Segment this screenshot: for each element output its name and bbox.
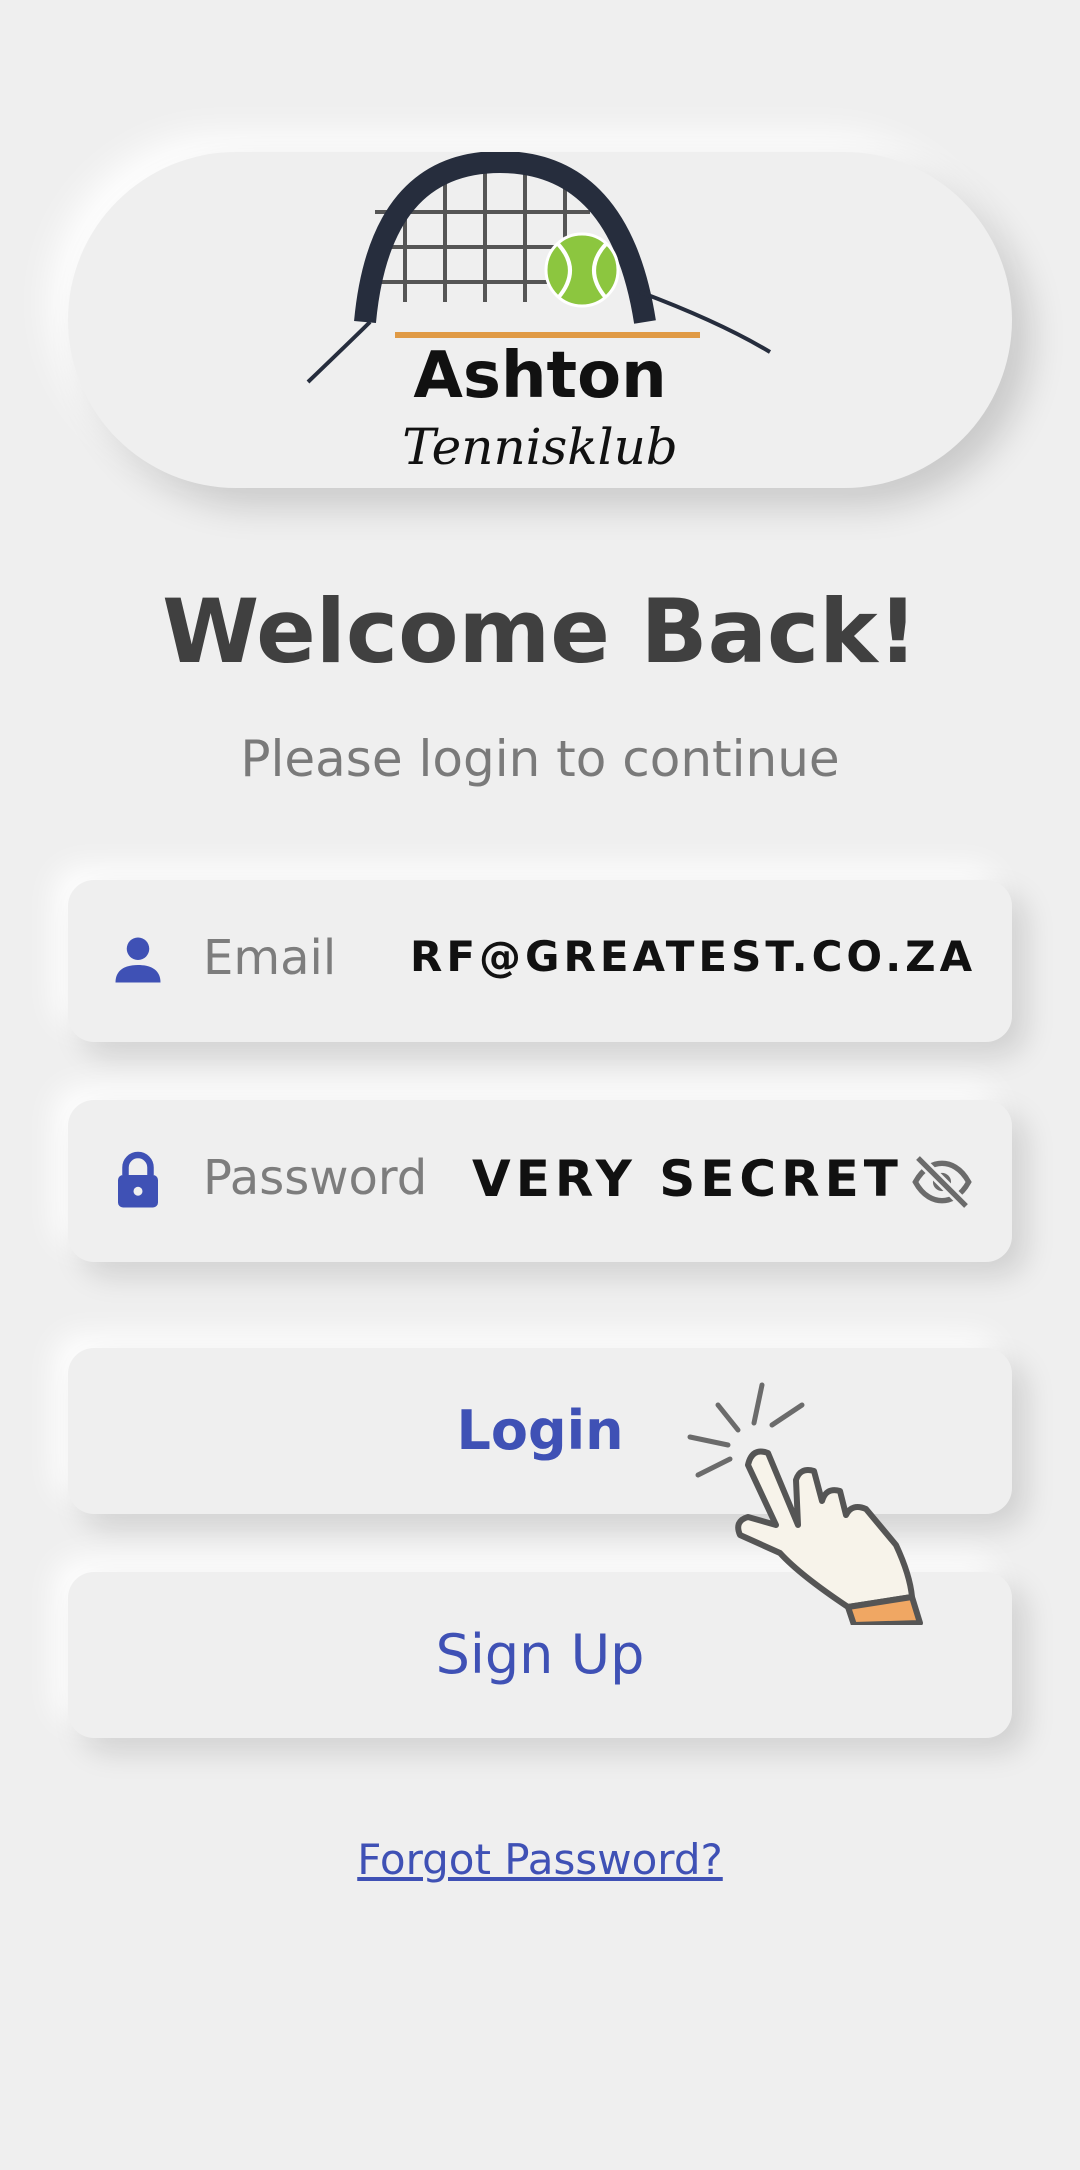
email-value[interactable]: RF@GREATEST.CO.ZA — [410, 932, 976, 981]
eye-off-icon[interactable] — [910, 1150, 974, 1214]
logo-brand-name: Ashton — [413, 339, 666, 413]
page-subtitle: Please login to continue — [240, 730, 840, 788]
forgot-password-link[interactable]: Forgot Password? — [0, 1835, 1080, 1884]
password-field[interactable]: Password VERY SECRET — [68, 1100, 1012, 1262]
lock-icon — [118, 1151, 158, 1208]
password-label: Password — [203, 1150, 428, 1206]
page-title: Welcome Back! — [162, 580, 918, 683]
logo-brand-sub: Tennisklub — [402, 418, 678, 476]
email-field[interactable]: Email RF@GREATEST.CO.ZA — [68, 880, 1012, 1042]
email-label: Email — [203, 930, 337, 986]
club-logo: Ashton Tennisklub — [306, 152, 772, 476]
password-value[interactable]: VERY SECRET — [472, 1150, 903, 1208]
person-icon — [115, 937, 161, 983]
tap-hand-icon — [687, 1382, 923, 1625]
